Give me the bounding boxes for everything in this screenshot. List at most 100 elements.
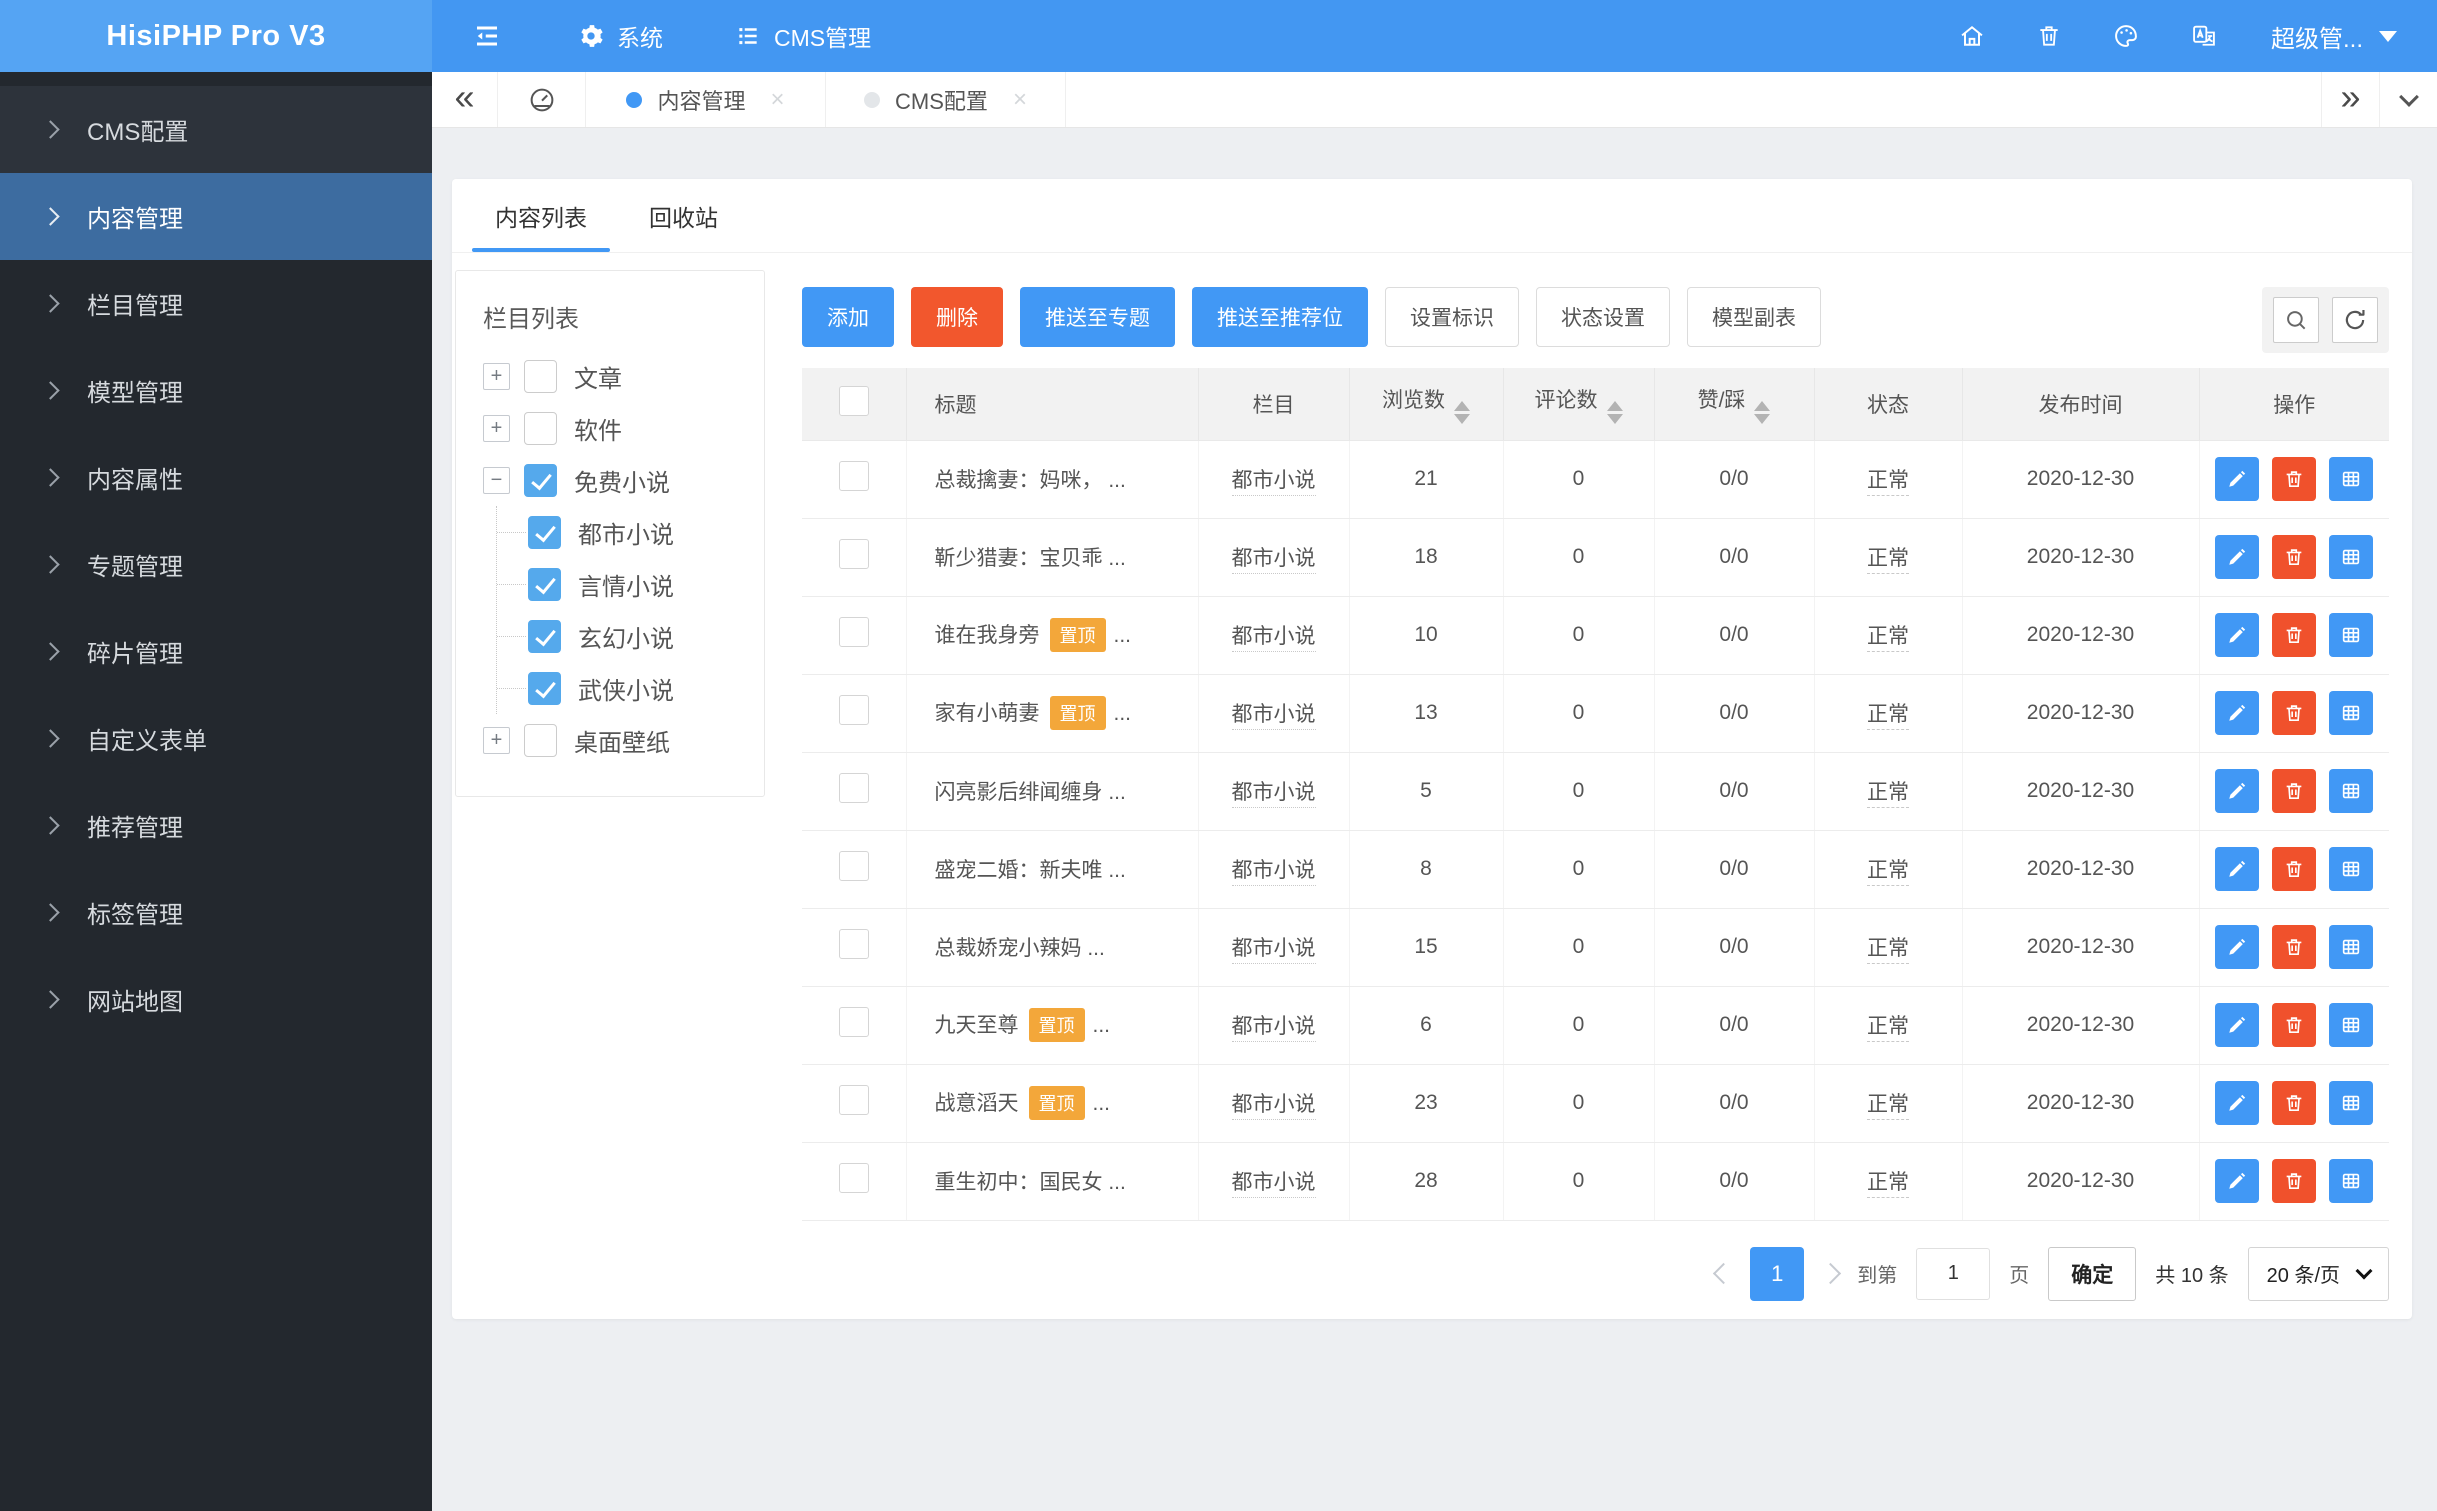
tree-node-label[interactable]: 都市小说 (578, 515, 674, 550)
sort-icon[interactable] (1607, 401, 1623, 424)
detail-button[interactable] (2329, 1159, 2373, 1203)
detail-button[interactable] (2329, 925, 2373, 969)
category-link[interactable]: 都市小说 (1232, 1015, 1316, 1042)
page-size-select[interactable]: 20 条/页 (2248, 1247, 2389, 1301)
row-checkbox[interactable] (839, 539, 869, 569)
sort-asc-icon[interactable] (1454, 401, 1470, 411)
detail-button[interactable] (2329, 535, 2373, 579)
row-checkbox[interactable] (839, 851, 869, 881)
sidebar-item-7[interactable]: 自定义表单 (0, 695, 432, 782)
row-title[interactable]: 总裁娇宠小辣妈 (935, 937, 1082, 960)
row-checkbox[interactable] (839, 1007, 869, 1037)
row-checkbox[interactable] (839, 695, 869, 725)
row-title[interactable]: 靳少猎妻：宝贝乖 (935, 547, 1103, 570)
toolbar-button-2[interactable]: 推送至专题 (1020, 287, 1175, 347)
sort-icon[interactable] (1754, 401, 1770, 424)
delete-button[interactable] (2272, 457, 2316, 501)
select-all-checkbox[interactable] (839, 386, 869, 416)
sidebar-item-4[interactable]: 内容属性 (0, 434, 432, 521)
edit-button[interactable] (2215, 1081, 2259, 1125)
sidebar-item-10[interactable]: 网站地图 (0, 956, 432, 1043)
category-link[interactable]: 都市小说 (1232, 1171, 1316, 1198)
delete-button[interactable] (2272, 847, 2316, 891)
tree-checkbox[interactable] (528, 672, 561, 705)
status-badge[interactable]: 正常 (1867, 547, 1909, 574)
row-checkbox[interactable] (839, 461, 869, 491)
toolbar-button-6[interactable]: 模型副表 (1687, 287, 1821, 347)
tree-expander-icon[interactable]: − (483, 467, 510, 494)
delete-button[interactable] (2272, 1081, 2316, 1125)
delete-button[interactable] (2272, 925, 2316, 969)
sidebar-item-3[interactable]: 模型管理 (0, 347, 432, 434)
detail-button[interactable] (2329, 613, 2373, 657)
tree-node-label[interactable]: 免费小说 (574, 463, 670, 498)
category-link[interactable]: 都市小说 (1232, 469, 1316, 496)
sort-asc-icon[interactable] (1754, 401, 1770, 411)
status-badge[interactable]: 正常 (1867, 781, 1909, 808)
toolbar-button-3[interactable]: 推送至推荐位 (1192, 287, 1368, 347)
edit-button[interactable] (2215, 613, 2259, 657)
detail-button[interactable] (2329, 457, 2373, 501)
status-badge[interactable]: 正常 (1867, 937, 1909, 964)
status-badge[interactable]: 正常 (1867, 1015, 1909, 1042)
tree-checkbox[interactable] (524, 724, 557, 757)
sidebar-item-0[interactable]: CMS配置 (0, 86, 432, 173)
close-icon[interactable]: × (771, 86, 785, 114)
row-title[interactable]: 谁在我身旁 (935, 624, 1040, 647)
edit-button[interactable] (2215, 1159, 2259, 1203)
edit-button[interactable] (2215, 535, 2259, 579)
prev-page-button[interactable] (1713, 1263, 1734, 1284)
tab-content-list[interactable]: 内容列表 (464, 179, 618, 252)
status-badge[interactable]: 正常 (1867, 859, 1909, 886)
theme-button[interactable] (2087, 22, 2165, 50)
tree-node-label[interactable]: 武侠小说 (578, 671, 674, 706)
sort-desc-icon[interactable] (1754, 414, 1770, 424)
sort-desc-icon[interactable] (1607, 414, 1623, 424)
category-link[interactable]: 都市小说 (1232, 859, 1316, 886)
sort-asc-icon[interactable] (1607, 401, 1623, 411)
status-badge[interactable]: 正常 (1867, 1171, 1909, 1198)
header-menu-system[interactable]: 系统 (542, 0, 699, 72)
category-link[interactable]: 都市小说 (1232, 625, 1316, 652)
row-checkbox[interactable] (839, 1085, 869, 1115)
category-link[interactable]: 都市小说 (1232, 781, 1316, 808)
toolbar-button-4[interactable]: 设置标识 (1385, 287, 1519, 347)
row-title[interactable]: 九天至尊 (935, 1014, 1019, 1037)
status-badge[interactable]: 正常 (1867, 1093, 1909, 1120)
status-badge[interactable]: 正常 (1867, 469, 1909, 496)
tab-cms-config[interactable]: CMS配置 × (826, 72, 1066, 127)
sidebar-item-1[interactable]: 内容管理 (0, 173, 432, 260)
sidebar-item-2[interactable]: 栏目管理 (0, 260, 432, 347)
row-checkbox[interactable] (839, 1163, 869, 1193)
category-link[interactable]: 都市小说 (1232, 937, 1316, 964)
tree-checkbox[interactable] (524, 360, 557, 393)
tab-content-manage[interactable]: 内容管理 × (586, 72, 826, 127)
close-icon[interactable]: × (1013, 86, 1027, 114)
tree-node-label[interactable]: 软件 (574, 411, 622, 446)
row-title[interactable]: 闪亮影后绯闻缠身 (935, 781, 1103, 804)
tree-node-label[interactable]: 桌面壁纸 (574, 723, 670, 758)
language-button[interactable] (2165, 22, 2243, 50)
delete-button[interactable] (2272, 613, 2316, 657)
sidebar-item-5[interactable]: 专题管理 (0, 521, 432, 608)
row-title[interactable]: 家有小萌妻 (935, 702, 1040, 725)
sort-desc-icon[interactable] (1454, 414, 1470, 424)
clear-cache-button[interactable] (2011, 23, 2087, 49)
home-button[interactable] (1933, 22, 2011, 50)
tree-node-label[interactable]: 玄幻小说 (578, 619, 674, 654)
tabs-scroll-right-button[interactable]: » (2321, 72, 2379, 127)
category-link[interactable]: 都市小说 (1232, 547, 1316, 574)
sort-icon[interactable] (1454, 401, 1470, 424)
category-link[interactable]: 都市小说 (1232, 1093, 1316, 1120)
confirm-page-button[interactable]: 确定 (2048, 1247, 2136, 1301)
edit-button[interactable] (2215, 457, 2259, 501)
current-page-button[interactable]: 1 (1750, 1247, 1804, 1301)
category-link[interactable]: 都市小说 (1232, 703, 1316, 730)
detail-button[interactable] (2329, 1081, 2373, 1125)
row-checkbox[interactable] (839, 929, 869, 959)
status-badge[interactable]: 正常 (1867, 703, 1909, 730)
tree-expander-icon[interactable]: + (483, 415, 510, 442)
delete-button[interactable] (2272, 691, 2316, 735)
row-title[interactable]: 战意滔天 (935, 1092, 1019, 1115)
tabs-scroll-left-button[interactable]: « (432, 72, 498, 127)
